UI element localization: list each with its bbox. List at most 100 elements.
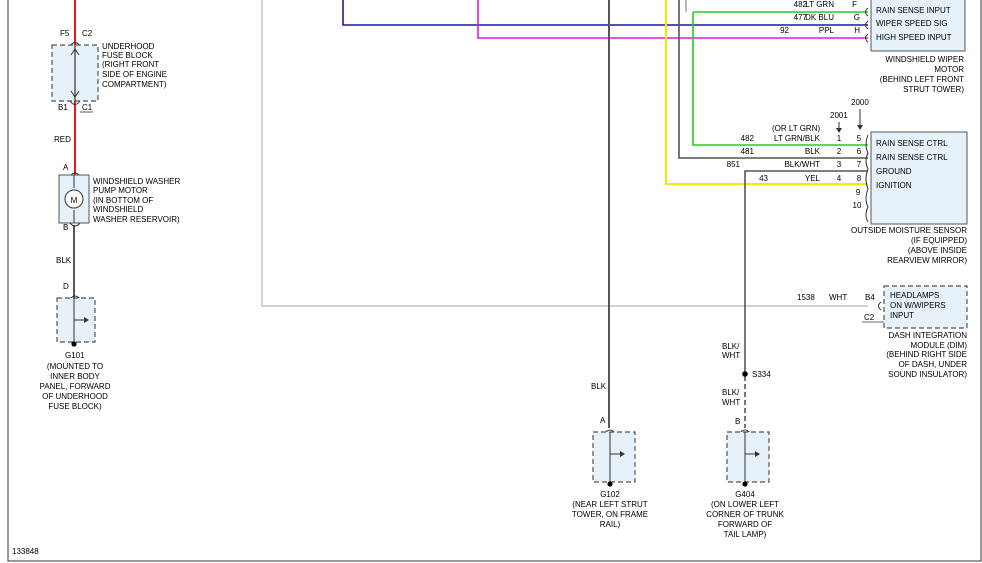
pin-d: D (63, 282, 69, 291)
sensor-pin-1: 1 (837, 134, 842, 143)
sensor-pin-7: 7 (857, 160, 862, 169)
sensor-pin-3: 3 (837, 160, 842, 169)
sensor-func-1: RAIN SENSE CTRL (876, 139, 948, 148)
motor-symbol: M (71, 196, 78, 205)
connector-2001: 2001 (830, 111, 848, 120)
sensor-pin-5: 5 (857, 134, 862, 143)
sensor-circuit-1: 482 (741, 134, 755, 143)
wiper-label-1: WINDSHIELD WIPER (885, 55, 964, 64)
connector-arcs (865, 134, 869, 223)
wire-blk-left-label: BLK (56, 256, 72, 265)
ground-dot-icon (71, 341, 77, 347)
sensor-color-3: BLK/WHT (784, 160, 820, 169)
splice-wire-bottom-1: BLK/ (722, 388, 740, 397)
sensor-color-2: BLK (805, 147, 821, 156)
wiper-func-2: WIPER SPEED SIG (876, 19, 948, 28)
washer-label-2: PUMP MOTOR (93, 186, 148, 195)
washer-label-3: (IN BOTTOM OF (93, 196, 153, 205)
connector-arc (878, 301, 882, 311)
dim-pin-b4: B4 (865, 293, 875, 302)
ground-g101: D G101 (MOUNTED TO INNER BODY PANEL, FOR… (40, 282, 111, 411)
ground-dot-icon (607, 481, 613, 487)
sensor-pin-2: 2 (837, 147, 842, 156)
arrow-down-icon (857, 125, 863, 130)
g101-name: G101 (65, 351, 85, 360)
wiper-pin-f: F (852, 0, 857, 9)
pin-b1: B1 (58, 103, 68, 112)
sensor-func-4: IGNITION (876, 181, 912, 190)
g101-label-1: (MOUNTED TO (47, 362, 103, 371)
washer-pump-motor: A M B WINDSHIELD WASHER PUMP MOTOR (IN B… (58, 163, 180, 232)
wiper-label-4: STRUT TOWER) (903, 85, 964, 94)
sensor-pin-4: 4 (837, 174, 842, 183)
wiper-func-3: HIGH SPEED INPUT (876, 33, 952, 42)
fuse-block-label-2: FUSE BLOCK (102, 51, 153, 60)
wiper-func-1: RAIN SENSE INPUT (876, 6, 951, 15)
wiper-color-3: PPL (819, 26, 835, 35)
fuse-block: F5 C2 B1 C1 UNDERHOOD FUSE BLOCK (RIGHT … (51, 29, 167, 113)
g102-name: G102 (600, 490, 620, 499)
sensor-pin-8: 8 (857, 174, 862, 183)
wire-wht-1538 (261, 0, 868, 307)
dim-func-1: HEADLAMPS (890, 291, 939, 300)
washer-label-5: WASHER RESERVOIR) (93, 215, 180, 224)
wire-blkwht (744, 170, 868, 373)
sensor-label-4: REARVIEW MIRROR) (887, 256, 967, 265)
washer-label-4: WINDSHIELD (93, 205, 143, 214)
splice-wire-top-2: WHT (722, 351, 740, 360)
fuse-block-label-5: COMPARTMENT) (102, 80, 167, 89)
sensor-label-2: (IF EQUIPPED) (911, 236, 967, 245)
splice-wire-top-1: BLK/ (722, 342, 740, 351)
dim-label-4: OF DASH, UNDER (899, 360, 968, 369)
wiper-color-2: DK BLU (805, 13, 834, 22)
wires (73, 0, 868, 428)
dim-func-2: ON W/WIPERS (890, 301, 946, 310)
fuse-block-label-4: SIDE OF ENGINE (102, 70, 167, 79)
washer-label-1: WINDSHIELD WASHER (93, 177, 180, 186)
dim-func-3: INPUT (890, 311, 914, 320)
sensor-circuit-2: 481 (741, 147, 755, 156)
sensor-label-3: (ABOVE INSIDE (908, 246, 967, 255)
g404-label-2: CORNER OF TRUNK (706, 510, 784, 519)
dim-color: WHT (829, 293, 847, 302)
dim-label-1: DASH INTEGRATION (888, 331, 967, 340)
wiper-motor: 482 LT GRN F RAIN SENSE INPUT 477 DK BLU… (780, 0, 966, 94)
splice-name: S334 (752, 370, 771, 379)
g404-label-4: TAIL LAMP) (724, 530, 767, 539)
g404-label-1: (ON LOWER LEFT (711, 500, 779, 509)
sensor-circuit-3: 851 (727, 160, 741, 169)
sensor-pin-6: 6 (857, 147, 862, 156)
connector-2000: 2000 (851, 98, 869, 107)
sensor-color-1: LT GRN/BLK (774, 134, 821, 143)
sensor-pin-9: 9 (856, 188, 861, 197)
pin-f5: F5 (60, 29, 70, 38)
fuse-block-label-1: UNDERHOOD (102, 42, 155, 51)
sensor-color-4: YEL (805, 174, 821, 183)
arrow-down-icon (836, 128, 842, 133)
g101-label-5: FUSE BLOCK) (48, 402, 102, 411)
moisture-sensor: 2000 2001 (OR LT GRN) 482 LT GRN/BLK 1 5… (727, 98, 968, 265)
pin-c2: C2 (82, 29, 93, 38)
ground-g102: A G102 (NEAR LEFT STRUT TOWER, ON FRAME … (572, 416, 648, 529)
wiper-color-1: LT GRN (805, 0, 834, 9)
figure-id: 133848 (12, 547, 39, 556)
dim-circuit: 1538 (797, 293, 815, 302)
pin-c1: C1 (82, 103, 93, 112)
wiper-circuit-3: 92 (780, 26, 789, 35)
sensor-label-1: OUTSIDE MOISTURE SENSOR (851, 226, 967, 235)
dim-label-5: SOUND INSULATOR) (888, 370, 967, 379)
g102-box (592, 431, 636, 483)
wiper-label-2: MOTOR (934, 65, 964, 74)
sensor-func-2: RAIN SENSE CTRL (876, 153, 948, 162)
dim-label-2: MODULE (DIM) (911, 341, 968, 350)
g102-label-3: RAIL) (600, 520, 621, 529)
splice-dot-icon (742, 371, 748, 377)
g404-box (726, 431, 770, 483)
sensor-pin-10: 10 (853, 201, 862, 210)
wire-blk-center-label: BLK (591, 382, 607, 391)
dim-pin-c2: C2 (864, 313, 875, 322)
g101-label-4: OF UNDERHOOD (42, 392, 108, 401)
wiper-pin-h: H (854, 26, 860, 35)
g102-pin: A (600, 416, 606, 425)
g404-pin: B (735, 417, 740, 426)
